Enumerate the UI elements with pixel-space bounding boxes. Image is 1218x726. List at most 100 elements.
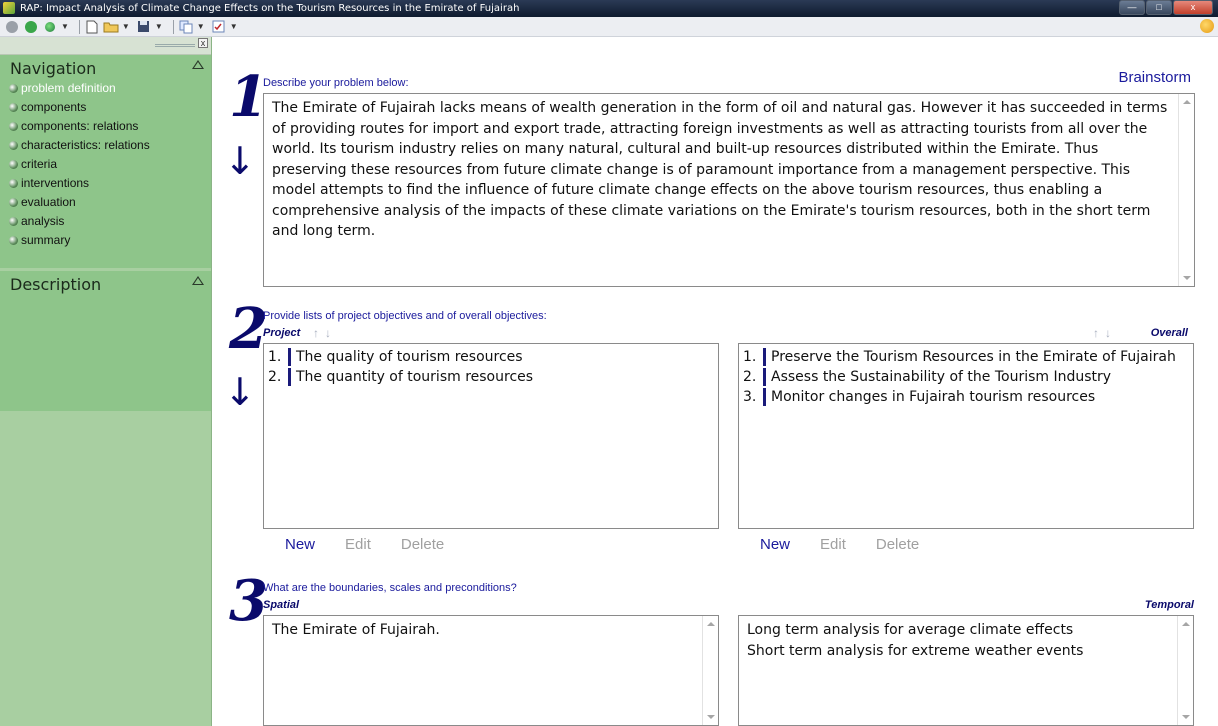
bullet-icon	[9, 236, 18, 245]
globe-icon[interactable]	[42, 19, 58, 35]
bullet-icon	[9, 122, 18, 131]
project-objectives-list[interactable]: 1. The quality of tourism resources 2. T…	[263, 343, 719, 529]
item-text: Assess the Sustainability of the Tourism…	[771, 369, 1112, 385]
item-text: Preserve the Tourism Resources in the Em…	[771, 349, 1176, 365]
temporal-field[interactable]: Long term analysis for average climate e…	[738, 615, 1194, 726]
down-arrow-icon: ↓	[224, 139, 256, 183]
nav-item-label: problem definition	[21, 81, 116, 95]
project-actions: New Edit Delete	[285, 536, 474, 553]
window-controls: — □ x	[1118, 0, 1213, 15]
brainstorm-link[interactable]: Brainstorm	[1118, 69, 1191, 86]
spatial-text: The Emirate of Fujairah.	[272, 622, 440, 638]
toolbar-separator	[78, 19, 80, 34]
nav-item-criteria[interactable]: criteria	[9, 155, 211, 174]
list-item[interactable]: 1. The quality of tourism resources	[264, 347, 718, 367]
nav-item-components-relations[interactable]: components: relations	[9, 117, 211, 136]
sidebar-close-icon[interactable]: x	[198, 38, 208, 48]
nav-item-label: interventions	[21, 176, 90, 190]
bullet-icon	[9, 198, 18, 207]
sidebar-filler	[0, 416, 211, 726]
temporal-column-label: Temporal	[1144, 599, 1194, 611]
bullet-icon	[9, 179, 18, 188]
nav-item-label: analysis	[21, 214, 65, 228]
forward-arrow-icon[interactable]	[23, 19, 39, 35]
bullet-icon	[9, 103, 18, 112]
problem-description-field[interactable]: The Emirate of Fujairah lacks means of w…	[263, 93, 1195, 287]
project-sort-arrows[interactable]: ↑↓	[313, 326, 337, 340]
save-disk-icon[interactable]	[136, 19, 152, 35]
item-number: 2.	[268, 369, 282, 385]
bullet-icon	[9, 141, 18, 150]
step-1-prompt: Describe your problem below:	[263, 77, 409, 89]
overall-objectives-list[interactable]: 1. Preserve the Tourism Resources in the…	[738, 343, 1194, 529]
checklist-dropdown-caret[interactable]: ▼	[230, 22, 238, 31]
nav-item-label: criteria	[21, 157, 58, 171]
nav-item-components[interactable]: components	[9, 98, 211, 117]
checklist-icon[interactable]	[211, 19, 227, 35]
sidebar-header: x	[0, 37, 211, 55]
save-dropdown-caret[interactable]: ▼	[155, 22, 163, 31]
nav-item-characteristics-relations[interactable]: characteristics: relations	[9, 136, 211, 155]
temporal-line: Long term analysis for average climate e…	[747, 622, 1074, 638]
item-text: Monitor changes in Fujairah tourism reso…	[771, 389, 1096, 405]
item-number: 3.	[743, 389, 757, 405]
minimize-button[interactable]: —	[1119, 0, 1145, 15]
nav-item-label: summary	[21, 233, 71, 247]
edit-overall-objective-button[interactable]: Edit	[820, 536, 846, 553]
list-item[interactable]: 2. Assess the Sustainability of the Tour…	[739, 367, 1193, 387]
window-title: RAP: Impact Analysis of Climate Change E…	[20, 3, 520, 14]
item-number: 1.	[743, 349, 757, 365]
sidebar-grip[interactable]	[155, 44, 195, 47]
delete-project-objective-button[interactable]: Delete	[401, 536, 444, 553]
close-button[interactable]: x	[1173, 0, 1213, 15]
navigation-panel: Navigation problem definition components…	[0, 55, 211, 268]
list-item[interactable]: 1. Preserve the Tourism Resources in the…	[739, 347, 1193, 367]
nav-item-evaluation[interactable]: evaluation	[9, 193, 211, 212]
bullet-icon	[9, 217, 18, 226]
title-bar: RAP: Impact Analysis of Climate Change E…	[0, 0, 1218, 17]
navigation-title: Navigation	[10, 59, 97, 78]
bullet-icon	[9, 160, 18, 169]
nav-item-label: components	[21, 100, 87, 114]
description-panel: Description	[0, 271, 211, 411]
overall-sort-arrows[interactable]: ↑↓	[1093, 326, 1117, 340]
open-dropdown-caret[interactable]: ▼	[122, 22, 130, 31]
list-item[interactable]: 2. The quantity of tourism resources	[264, 367, 718, 387]
vertical-scrollbar[interactable]	[1177, 616, 1193, 725]
new-overall-objective-button[interactable]: New	[760, 536, 790, 553]
open-folder-icon[interactable]	[103, 19, 119, 35]
nav-item-interventions[interactable]: interventions	[9, 174, 211, 193]
step-3-prompt: What are the boundaries, scales and prec…	[263, 582, 517, 594]
help-icon[interactable]	[1200, 19, 1214, 33]
nav-item-summary[interactable]: summary	[9, 231, 211, 250]
app-icon	[3, 2, 15, 14]
edit-project-objective-button[interactable]: Edit	[345, 536, 371, 553]
down-arrow-icon: ↓	[224, 370, 256, 414]
copy-dropdown-caret[interactable]: ▼	[197, 22, 205, 31]
copy-icon[interactable]	[178, 19, 194, 35]
vertical-scrollbar[interactable]	[702, 616, 718, 725]
delete-overall-objective-button[interactable]: Delete	[876, 536, 919, 553]
globe-dropdown-caret[interactable]: ▼	[61, 22, 69, 31]
collapse-icon[interactable]	[192, 60, 204, 69]
spatial-column-label: Spatial	[263, 599, 300, 611]
new-document-icon[interactable]	[84, 19, 100, 35]
bullet-icon	[9, 84, 18, 93]
maximize-button[interactable]: □	[1146, 0, 1172, 15]
collapse-icon[interactable]	[192, 276, 204, 285]
item-marker	[763, 368, 766, 386]
back-arrow-icon[interactable]	[4, 19, 20, 35]
item-marker	[763, 348, 766, 366]
nav-item-problem-definition[interactable]: problem definition	[9, 79, 211, 98]
toolbar: ▼ ▼ ▼ ▼ ▼	[0, 17, 1218, 37]
item-marker	[288, 348, 291, 366]
item-text: The quality of tourism resources	[296, 349, 523, 365]
description-title: Description	[10, 275, 102, 294]
list-item[interactable]: 3. Monitor changes in Fujairah tourism r…	[739, 387, 1193, 407]
nav-item-analysis[interactable]: analysis	[9, 212, 211, 231]
temporal-line: Short term analysis for extreme weather …	[747, 643, 1084, 659]
vertical-scrollbar[interactable]	[1178, 94, 1194, 286]
new-project-objective-button[interactable]: New	[285, 536, 315, 553]
sidebar: x Navigation problem definition componen…	[0, 37, 212, 726]
spatial-field[interactable]: The Emirate of Fujairah.	[263, 615, 719, 726]
